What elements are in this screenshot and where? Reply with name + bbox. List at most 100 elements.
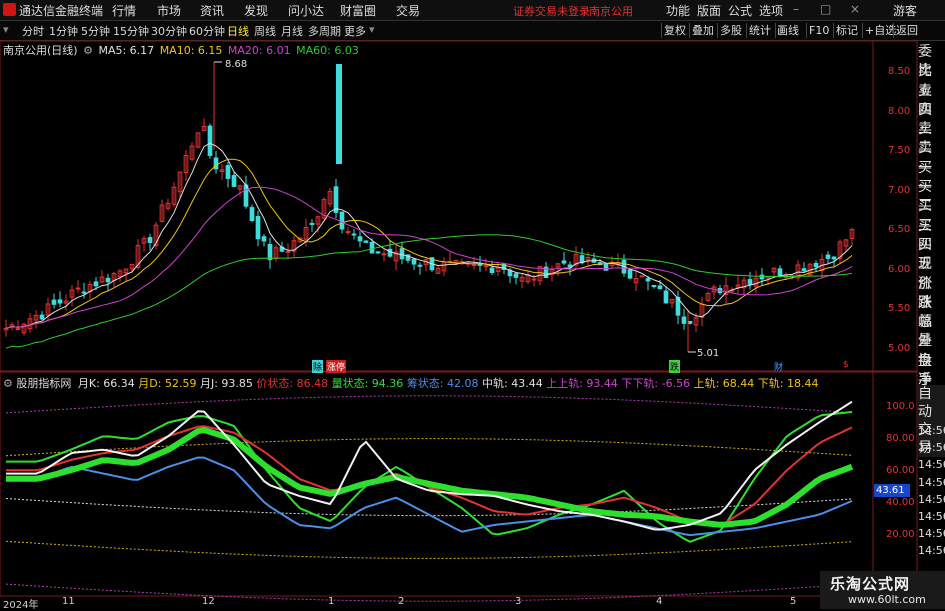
price-panel-frame <box>0 40 918 372</box>
indicator-upper-upper: 上上轨: 93.44 <box>546 377 618 390</box>
price-tick: 7.50 <box>888 145 911 156</box>
auto-label[interactable]: 自动 <box>918 385 945 421</box>
ma-settings-icon[interactable]: ⚙ <box>83 44 93 57</box>
candle-body <box>651 285 657 288</box>
limit-up-marker[interactable]: 涨停 <box>326 360 347 373</box>
indicator-info-line: ⚙ 股朋指标网 月K: 66.34 月D: 52.59 月J: 93.85 价状… <box>3 375 819 391</box>
ma10-value: MA10: 6.15 <box>159 44 223 57</box>
candle-body <box>213 157 219 170</box>
date-label: 1 <box>328 596 335 607</box>
candle-body <box>471 264 477 267</box>
finance-marker[interactable]: 财 <box>774 360 783 373</box>
tick-time: 14:56 <box>918 424 945 437</box>
candle-body <box>489 267 495 274</box>
candle-body <box>93 281 99 287</box>
indicator-tick: 100.0 <box>886 401 915 412</box>
indicator-tick: 40.00 <box>886 497 915 508</box>
candle-body <box>81 291 87 294</box>
tick-time: 14:56 <box>918 441 945 455</box>
candle-body <box>339 211 345 230</box>
candle-body <box>105 277 111 283</box>
indicator-settings-icon[interactable]: ⚙ <box>3 377 13 390</box>
stock-title[interactable]: 南京公用(日线) <box>3 44 78 57</box>
ex-dividend-marker[interactable]: 除 <box>312 360 324 373</box>
candle-body <box>645 278 651 282</box>
candle-body <box>663 290 669 304</box>
candle-body <box>561 260 567 264</box>
ma5-value: MA5: 6.17 <box>98 44 155 57</box>
indicator-panel-frame <box>0 371 918 597</box>
side-label: 外盘 <box>918 333 932 369</box>
candle-body <box>567 264 573 268</box>
candle-body <box>39 314 45 320</box>
quote-side-panel: 委比 卖五 卖四 卖三 卖二 卖一 买一 买二 买三 买四 买五 现价 涨跌 涨… <box>918 43 945 427</box>
indicator-name[interactable]: 股朋指标网 <box>16 377 71 390</box>
candle-body <box>417 264 423 267</box>
tick-time: 14:56 <box>918 544 945 558</box>
price-tick: 6.50 <box>888 224 911 235</box>
watermark-title: 乐淘公式网 <box>830 575 911 593</box>
side-label: 卖一 <box>918 140 932 176</box>
tick-time: 14:56 <box>918 527 945 541</box>
candle-body <box>267 243 273 261</box>
side-label: 卖五 <box>918 63 932 99</box>
indicator-tick: 20.00 <box>886 529 915 540</box>
candle-body <box>57 299 63 304</box>
dollar-marker[interactable]: $ <box>843 360 849 370</box>
candle-body <box>747 279 753 285</box>
tick-time-list: 14:56 14:56 14:56 14:56 14:56 14:56 14:5… <box>918 422 945 560</box>
ma20-line <box>5 186 853 329</box>
tick-time: 14:56 <box>918 510 945 524</box>
candle-body <box>369 242 375 254</box>
indicator-volume-state: 量状态: 94.36 <box>331 377 404 390</box>
candle-body <box>513 273 519 278</box>
candle-body <box>255 216 261 240</box>
candle-body <box>483 265 489 268</box>
candle-body <box>357 236 363 242</box>
ma20-value: MA20: 6.01 <box>227 44 291 57</box>
candle-body <box>375 251 381 254</box>
candle-body <box>477 263 483 266</box>
price-tick: 5.00 <box>888 343 911 354</box>
candle-body <box>231 175 237 187</box>
candle-body <box>147 237 153 243</box>
candle-body <box>309 222 315 225</box>
price-tick: 7.00 <box>888 185 911 196</box>
indicator-tick: 60.00 <box>886 465 915 476</box>
high-price-label: 8.68 <box>225 59 248 70</box>
candle-body <box>225 165 231 179</box>
indicator-lower-lower: 下下轨: -6.56 <box>621 377 691 390</box>
candle-body <box>249 207 255 222</box>
candle-body <box>351 233 357 236</box>
indicator-k: 月K: 66.34 <box>77 377 135 390</box>
indicator-band <box>5 395 853 414</box>
candle-body <box>261 236 267 242</box>
limit-down-marker[interactable]: 跌 <box>669 360 681 373</box>
price-info-line: 南京公用(日线) ⚙ MA5: 6.17 MA10: 6.15 MA20: 6.… <box>3 42 359 58</box>
side-label: 买二 <box>918 179 932 215</box>
indicator-price-state: 价状态: 86.48 <box>256 377 329 390</box>
date-label: 5 <box>790 596 797 607</box>
indicator-upper: 上轨: 68.44 <box>693 377 755 390</box>
tick-time: 14:56 <box>918 458 945 472</box>
indicator-volume-band <box>6 426 854 528</box>
chart-canvas[interactable] <box>0 0 945 609</box>
candle-body <box>531 278 537 281</box>
current-value-badge: 43.61 <box>874 484 910 497</box>
side-label: 总量 <box>918 314 932 350</box>
indicator-chip-state: 筹状态: 42.08 <box>406 377 479 390</box>
side-label: 买四 <box>918 217 932 253</box>
big-down-candle <box>336 64 342 164</box>
candle-body <box>399 248 405 260</box>
tick-time: 14:56 <box>918 475 945 489</box>
candle-body <box>387 248 393 257</box>
candle-body <box>75 287 81 290</box>
candle-body <box>759 274 765 280</box>
price-tick: 8.00 <box>888 106 911 117</box>
side-label: 买五 <box>918 236 932 273</box>
ma5-line <box>5 142 853 329</box>
candle-body <box>687 320 693 324</box>
candle-body <box>207 125 213 156</box>
candle-body <box>345 231 351 234</box>
candle-body <box>825 254 831 259</box>
